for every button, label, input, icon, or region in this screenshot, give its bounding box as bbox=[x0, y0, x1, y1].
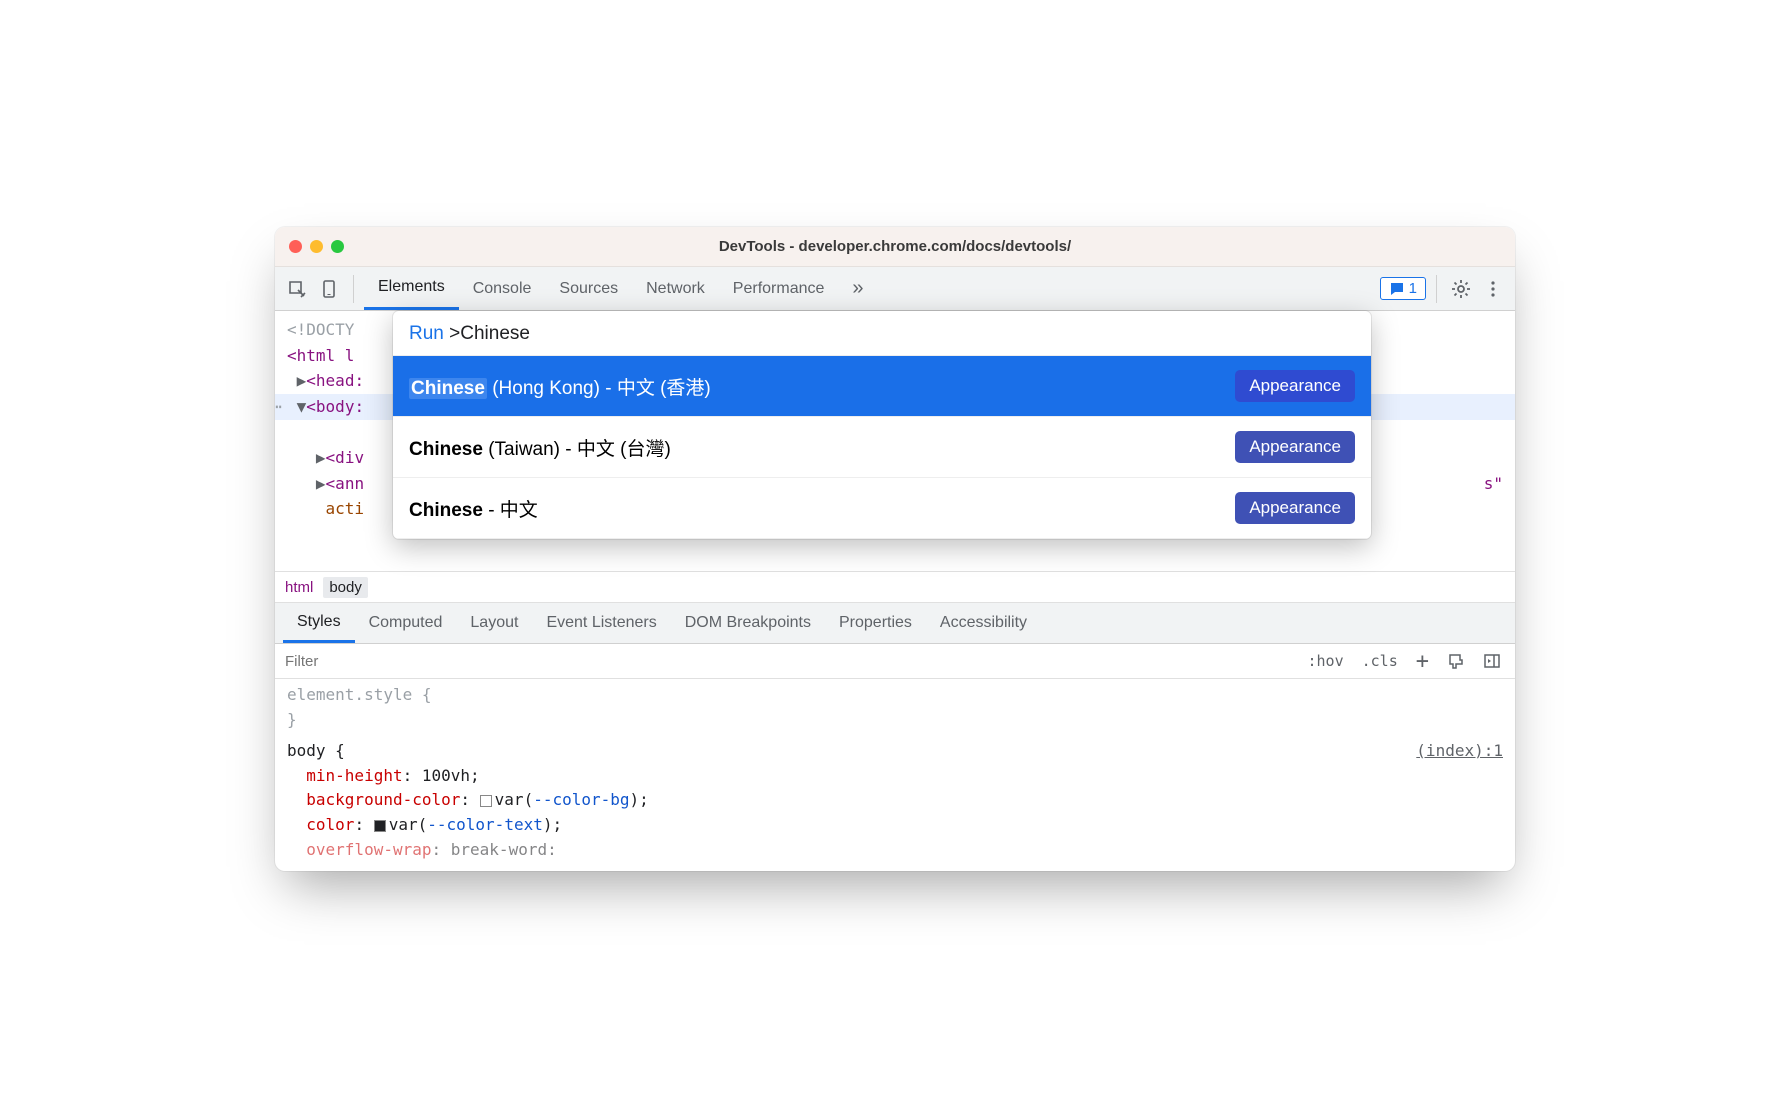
more-tabs-button[interactable]: » bbox=[838, 267, 877, 310]
tab-event-listeners[interactable]: Event Listeners bbox=[532, 603, 670, 643]
inspect-icon[interactable] bbox=[283, 275, 311, 303]
css-rule[interactable]: background-color: var(--color-bg); bbox=[287, 788, 1503, 813]
css-rule[interactable]: overflow-wrap: break-word: bbox=[287, 838, 1503, 863]
new-style-rule-icon[interactable]: + bbox=[1412, 647, 1433, 676]
attr-fragment: s" bbox=[1484, 471, 1503, 497]
issues-count: 1 bbox=[1409, 280, 1417, 297]
minimize-window-icon[interactable] bbox=[310, 240, 323, 253]
body-selector[interactable]: body { bbox=[287, 741, 345, 760]
tab-console[interactable]: Console bbox=[459, 267, 546, 310]
doctype-line: <!DOCTY bbox=[287, 320, 354, 339]
head-tag[interactable]: <head: bbox=[306, 371, 364, 390]
cls-toggle[interactable]: .cls bbox=[1358, 650, 1402, 672]
tab-dom-breakpoints[interactable]: DOM Breakpoints bbox=[671, 603, 825, 643]
tab-sources[interactable]: Sources bbox=[545, 267, 632, 310]
command-result-item[interactable]: Chinese (Taiwan) - 中文 (台灣) Appearance bbox=[393, 417, 1371, 478]
close-window-icon[interactable] bbox=[289, 240, 302, 253]
breadcrumb-item[interactable]: body bbox=[323, 577, 368, 598]
tab-styles[interactable]: Styles bbox=[283, 603, 355, 643]
paint-icon[interactable] bbox=[1443, 650, 1469, 672]
styles-pane[interactable]: element.style { } (index):1 body { min-h… bbox=[275, 679, 1515, 871]
tab-layout[interactable]: Layout bbox=[456, 603, 532, 643]
command-result-item[interactable]: Chinese (Hong Kong) - 中文 (香港) Appearance bbox=[393, 356, 1371, 417]
styles-filter-input[interactable] bbox=[285, 653, 1294, 670]
ellipsis-icon[interactable]: ⋯ bbox=[275, 394, 282, 420]
category-badge: Appearance bbox=[1235, 431, 1355, 463]
window-title: DevTools - developer.chrome.com/docs/dev… bbox=[275, 238, 1515, 255]
settings-gear-icon[interactable] bbox=[1447, 275, 1475, 303]
div-tag[interactable]: <div bbox=[326, 448, 365, 467]
element-style-selector[interactable]: element.style { bbox=[287, 683, 1503, 708]
attr-fragment: acti bbox=[326, 499, 365, 518]
issues-icon bbox=[1389, 281, 1405, 297]
expand-triangle-icon[interactable]: ▶ bbox=[297, 371, 307, 390]
command-menu: Run >Chinese Chinese (Hong Kong) - 中文 (香… bbox=[393, 311, 1371, 539]
breadcrumb: html body bbox=[275, 571, 1515, 603]
tab-performance[interactable]: Performance bbox=[719, 267, 839, 310]
html-tag[interactable]: <html l bbox=[287, 346, 354, 365]
tab-network[interactable]: Network bbox=[632, 267, 719, 310]
hov-toggle[interactable]: :hov bbox=[1304, 650, 1348, 672]
command-results: Chinese (Hong Kong) - 中文 (香港) Appearance… bbox=[393, 356, 1371, 539]
issues-badge[interactable]: 1 bbox=[1380, 277, 1426, 300]
tab-computed[interactable]: Computed bbox=[355, 603, 457, 643]
collapse-triangle-icon[interactable]: ▼ bbox=[297, 397, 307, 416]
color-swatch-icon[interactable] bbox=[480, 795, 492, 807]
css-rule[interactable]: color: var(--color-text); bbox=[287, 813, 1503, 838]
panel-tabs: Elements Console Sources Network Perform… bbox=[364, 267, 878, 310]
source-link[interactable]: (index):1 bbox=[1416, 739, 1503, 764]
tab-elements[interactable]: Elements bbox=[364, 267, 459, 310]
window-controls[interactable] bbox=[289, 240, 344, 253]
command-query: Chinese bbox=[460, 323, 530, 344]
styles-tabs: Styles Computed Layout Event Listeners D… bbox=[275, 603, 1515, 643]
titlebar: DevTools - developer.chrome.com/docs/dev… bbox=[275, 227, 1515, 267]
color-swatch-icon[interactable] bbox=[374, 820, 386, 832]
ann-tag[interactable]: <ann bbox=[326, 474, 365, 493]
styles-filter-row: :hov .cls + bbox=[275, 643, 1515, 679]
tab-properties[interactable]: Properties bbox=[825, 603, 926, 643]
command-result-item[interactable]: Chinese - 中文 Appearance bbox=[393, 478, 1371, 539]
expand-triangle-icon[interactable]: ▶ bbox=[316, 448, 326, 467]
devtools-window: DevTools - developer.chrome.com/docs/dev… bbox=[275, 227, 1515, 871]
device-toggle-icon[interactable] bbox=[315, 275, 343, 303]
category-badge: Appearance bbox=[1235, 370, 1355, 402]
toolbar-separator bbox=[353, 275, 354, 303]
run-label: Run bbox=[409, 323, 444, 344]
expand-triangle-icon[interactable]: ▶ bbox=[316, 474, 326, 493]
category-badge: Appearance bbox=[1235, 492, 1355, 524]
toggle-sidebar-icon[interactable] bbox=[1479, 650, 1505, 672]
tab-accessibility[interactable]: Accessibility bbox=[926, 603, 1041, 643]
fullscreen-window-icon[interactable] bbox=[331, 240, 344, 253]
breadcrumb-item[interactable]: html bbox=[285, 579, 313, 596]
command-input-row[interactable]: Run >Chinese bbox=[393, 311, 1371, 356]
toolbar-separator bbox=[1436, 275, 1437, 303]
kebab-menu-icon[interactable] bbox=[1479, 275, 1507, 303]
devtools-toolbar: Elements Console Sources Network Perform… bbox=[275, 267, 1515, 311]
elements-panel: <!DOCTY <html l ▶<head: ⋯ ▼<body: ▶<div … bbox=[275, 311, 1515, 571]
css-rule[interactable]: min-height: 100vh; bbox=[287, 764, 1503, 789]
rule-close: } bbox=[287, 708, 1503, 733]
